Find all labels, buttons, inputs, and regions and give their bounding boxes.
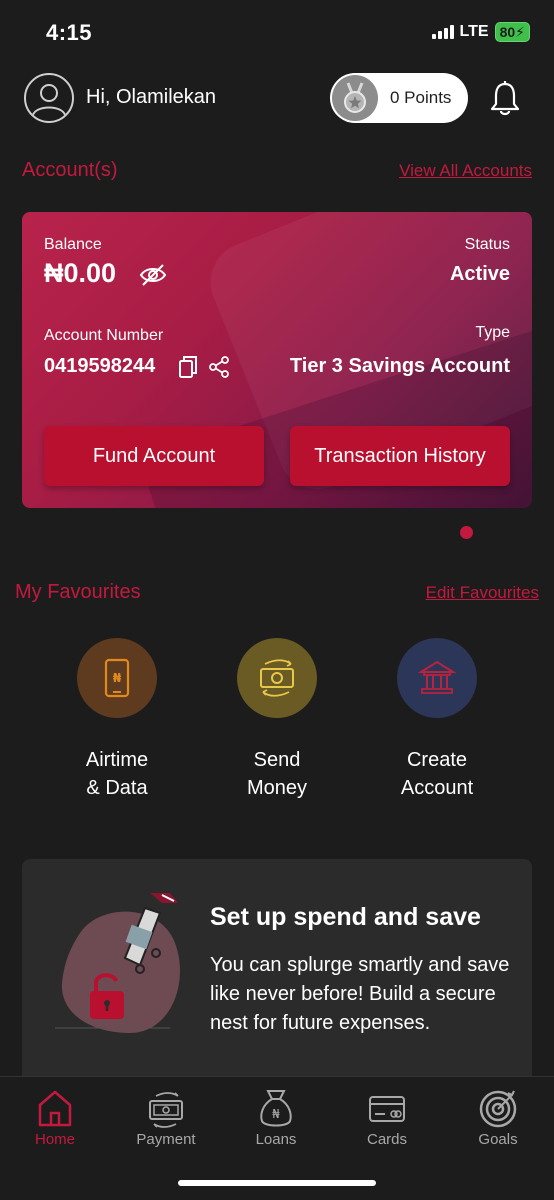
favourite-icon-circle: [397, 638, 477, 718]
account-number-value: 0419598244: [44, 355, 156, 377]
promo-text: You can splurge smartly and save like ne…: [210, 954, 510, 1034]
share-icon[interactable]: [208, 356, 230, 378]
copy-icon[interactable]: [178, 355, 198, 379]
home-icon: [38, 1090, 72, 1127]
loans-icon: ₦: [260, 1090, 292, 1127]
payment-icon: [149, 1092, 183, 1128]
favourite-label: Airtime & Data: [85, 749, 149, 799]
promo-title: Set up spend and save: [210, 903, 481, 931]
nav-label: Loans: [255, 1131, 297, 1148]
user-icon: [32, 84, 66, 116]
phone-naira-icon: ₦: [104, 658, 130, 698]
nav-label: Home: [34, 1131, 75, 1148]
status-label: Status: [464, 236, 510, 253]
transaction-history-button[interactable]: Transaction History: [290, 426, 510, 486]
favourite-icon-circle: ₦: [77, 638, 157, 718]
bell-icon[interactable]: [488, 80, 522, 116]
signal-icon: [431, 25, 454, 39]
nav-label: Payment: [136, 1131, 196, 1148]
favourite-send-money[interactable]: Send Money: [207, 638, 347, 802]
accounts-title: Account(s): [22, 159, 118, 181]
avatar[interactable]: [24, 73, 74, 123]
account-card: Balance ₦0.00 Status Active Account Numb…: [22, 212, 532, 508]
svg-text:₦: ₦: [113, 671, 122, 685]
battery-icon: 80 ⚡: [494, 22, 530, 42]
bank-icon: [417, 660, 457, 694]
greeting: Hi, Olamilekan: [86, 86, 217, 108]
favourite-icon-circle: [237, 638, 317, 718]
battery-level: 80: [499, 24, 516, 40]
nav-label: Goals: [478, 1131, 518, 1148]
favourite-create-account[interactable]: Create Account: [367, 638, 507, 802]
type-label: Type: [475, 324, 510, 341]
balance-value: ₦0.00: [44, 258, 117, 288]
points-label: 0 Points: [390, 88, 452, 107]
favourite-airtime-data[interactable]: ₦ Airtime & Data: [47, 638, 187, 802]
eye-slash-icon[interactable]: [138, 262, 168, 288]
svg-text:₦: ₦: [272, 1107, 280, 1121]
goals-icon: [479, 1090, 517, 1128]
status-time: 4:15: [46, 20, 93, 45]
favourite-label: Send Money: [246, 749, 308, 799]
points-button[interactable]: 0 Points: [330, 73, 468, 123]
favourite-label: Create Account: [400, 749, 474, 799]
promo-card[interactable]: Set up spend and save You can splurge sm…: [22, 859, 532, 1089]
carousel-dot[interactable]: [460, 526, 473, 539]
cards-icon: [369, 1096, 405, 1122]
nav-label: Cards: [366, 1131, 407, 1148]
network-type: LTE: [459, 23, 489, 40]
account-number-label: Account Number: [44, 327, 164, 344]
status-bar: 4:15 LTE 80 ⚡: [0, 0, 554, 66]
status-indicators: LTE 80 ⚡: [431, 22, 530, 42]
balance-label: Balance: [44, 236, 102, 253]
money-transfer-icon: [260, 659, 294, 697]
favourites-title: My Favourites: [15, 581, 141, 603]
type-value: Tier 3 Savings Account: [289, 355, 510, 377]
view-all-accounts-link[interactable]: View All Accounts: [399, 161, 532, 181]
status-value: Active: [449, 263, 510, 285]
edit-favourites-link[interactable]: Edit Favourites: [426, 583, 539, 603]
home-indicator: [178, 1180, 376, 1186]
medal-icon: [332, 75, 378, 121]
fund-account-button[interactable]: Fund Account: [44, 426, 264, 486]
spend-save-illustration: [55, 893, 180, 1033]
